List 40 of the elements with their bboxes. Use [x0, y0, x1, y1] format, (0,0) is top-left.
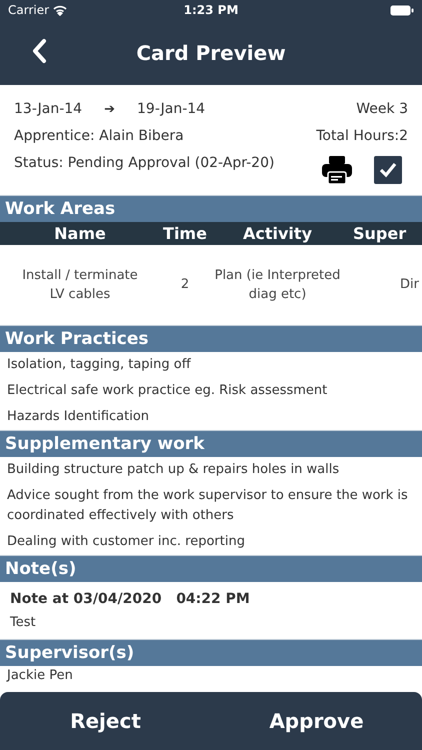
- list-item: Dealing with customer inc. reporting: [7, 533, 246, 551]
- table-cell-text: Install / terminate LV cables: [21, 266, 139, 304]
- end-date: 19-Jan-14: [137, 100, 206, 119]
- battery-icon: [390, 4, 414, 16]
- list-item: Isolation, tagging, taping off: [7, 356, 192, 374]
- action-button[interactable]: Reject: [0, 692, 211, 750]
- column-header: Name: [53, 222, 107, 244]
- action-button[interactable]: Approve: [211, 692, 422, 750]
- table-cell-text: 2: [180, 276, 190, 294]
- week-label: Week 3: [356, 100, 408, 119]
- carrier-label: Carrier: [8, 2, 50, 19]
- note-text: Test: [10, 614, 37, 632]
- status-label: Status: Pending Approval (02-Apr-20): [14, 154, 274, 173]
- list-item: Hazards Identification: [7, 408, 150, 426]
- list-item: Advice sought from the work supervisor to ensure the work is coordinated effectively with others: [7, 487, 409, 525]
- screen-title: Card Preview: [136, 40, 286, 66]
- arrow-glyph: ➔: [104, 100, 115, 119]
- list-item: Building structure patch up & repairs holes in walls: [7, 461, 340, 479]
- section-header: Work Areas: [0, 195, 422, 222]
- check-icon: [379, 162, 397, 178]
- printer-icon: [321, 154, 353, 186]
- clock-label: 1:23 PM: [184, 2, 238, 19]
- section-header: Supervisor(s): [0, 638, 422, 666]
- table-cell-text: Dir: [400, 276, 419, 294]
- section-header: Work Practices: [0, 325, 422, 352]
- total-hours-label: Total Hours:2: [316, 127, 408, 146]
- apprentice-label: Apprentice: Alain Bibera: [14, 127, 185, 146]
- section-header: Supplementary work: [0, 430, 422, 457]
- list-item: Electrical safe work practice eg. Risk assessment: [7, 382, 328, 400]
- wifi-icon: [53, 4, 68, 16]
- table-cell-text: Plan (ie Interpreted diag etc): [214, 266, 342, 304]
- column-header: Time: [162, 222, 208, 244]
- checkbox[interactable]: [374, 156, 402, 184]
- note-heading: Note at 03/04/2020 04:22 PM: [10, 590, 251, 609]
- column-header: Super: [352, 222, 408, 244]
- back-icon: [31, 38, 47, 64]
- column-header: Activity: [242, 222, 313, 244]
- start-date: 13-Jan-14: [14, 100, 82, 119]
- supervisor-name: Jackie Pen: [7, 666, 74, 684]
- section-header: Note(s): [0, 555, 422, 582]
